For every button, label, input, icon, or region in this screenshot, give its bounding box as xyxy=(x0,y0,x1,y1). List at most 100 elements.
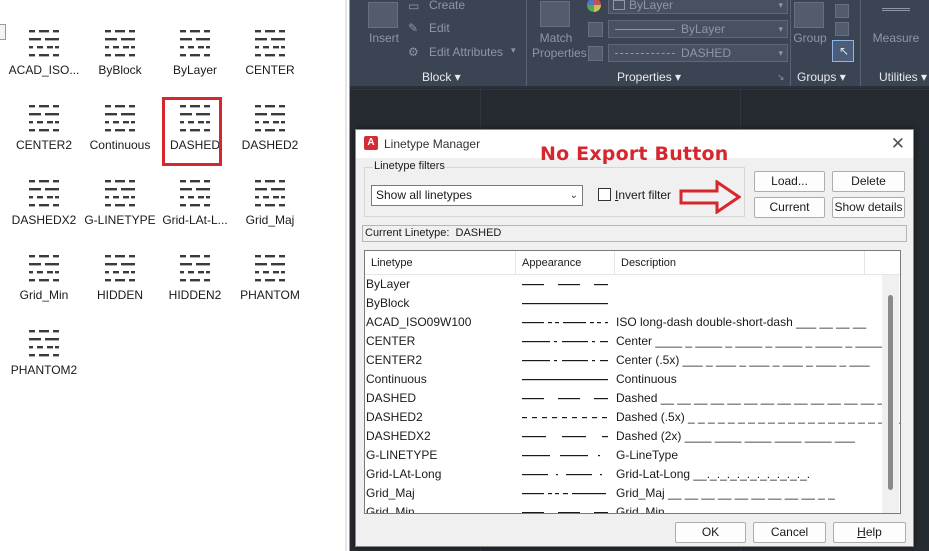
linetype-item-label: PHANTOM2 xyxy=(10,363,78,377)
column-header-appearance[interactable]: Appearance xyxy=(516,251,615,275)
linetype-item-label: DASHED2 xyxy=(241,138,299,152)
utilities-group-title[interactable]: Utilities ▾ xyxy=(879,68,927,86)
list-item[interactable]: CENTER Center ____ _ ____ _ ____ _ ____ _… xyxy=(365,332,885,351)
edit-attributes-dropdown-icon[interactable]: ▾ xyxy=(511,45,516,56)
linetype-item[interactable]: DASHED xyxy=(157,97,233,166)
linetype-appearance xyxy=(522,474,602,476)
edit-button[interactable]: Edit xyxy=(429,21,450,35)
group-edit-icon[interactable] xyxy=(835,22,849,36)
linetype-item[interactable]: ACAD_ISO... xyxy=(6,27,82,77)
list-item[interactable]: ByBlock xyxy=(365,294,885,313)
list-item[interactable]: Grid_Maj Grid_Maj __ __ __ __ __ __ __ __… xyxy=(365,484,885,503)
linetype-item-label: ByLayer xyxy=(172,63,218,77)
ungroup-icon[interactable] xyxy=(835,4,849,18)
linetype-item-label: PHANTOM xyxy=(240,288,300,302)
show-details-button[interactable]: Show details xyxy=(832,197,905,218)
group-selection-icon[interactable]: ↖ xyxy=(832,40,854,62)
linetype-preview xyxy=(615,53,675,54)
linetype-item[interactable]: PHANTOM xyxy=(232,252,308,302)
color-combo[interactable]: ByLayer ▾ xyxy=(608,0,788,14)
linetype-description: ISO long-dash double-short-dash ___ __ _… xyxy=(616,315,867,329)
lineweight-combo[interactable]: ByLayer ▾ xyxy=(608,20,788,38)
list-item[interactable]: Grid_Min Grid_Min xyxy=(365,503,885,513)
linetype-item[interactable]: HIDDEN xyxy=(82,252,158,302)
close-icon[interactable]: ✕ xyxy=(891,134,905,154)
linetype-description: Center (.5x) ___ _ ___ _ ___ _ ___ _ ___… xyxy=(616,353,870,367)
cancel-button[interactable]: Cancel xyxy=(753,522,826,543)
measure-button[interactable]: Measure xyxy=(866,31,926,45)
linetype-pattern-icon xyxy=(29,330,59,357)
column-header-linetype[interactable]: Linetype xyxy=(365,251,516,275)
linetype-item-label: Grid-LAt-L... xyxy=(162,213,228,227)
linetype-item[interactable]: ByBlock xyxy=(82,27,158,77)
groups-group-title[interactable]: Groups ▾ xyxy=(797,68,846,86)
linetype-name: Continuous xyxy=(366,372,427,386)
help-button[interactable]: Help xyxy=(833,522,906,543)
match-properties-button[interactable]: Match Properties xyxy=(532,31,587,61)
linetype-description: Dashed (.5x) _ _ _ _ _ _ _ _ _ _ _ _ _ _… xyxy=(616,410,901,424)
list-item[interactable]: Continuous Continuous xyxy=(365,370,885,389)
linetype-name: ByLayer xyxy=(366,277,411,291)
create-block-icon[interactable]: ▭ xyxy=(408,0,419,13)
current-linetype-label: Current Linetype: xyxy=(365,227,450,239)
linetype-appearance xyxy=(522,436,608,438)
invert-filter-label[interactable]: Invert filter xyxy=(615,188,671,202)
selection-highlight xyxy=(162,97,222,166)
linetype-filter-select[interactable]: Show all linetypes ⌄ xyxy=(371,185,583,206)
list-item[interactable]: DASHED Dashed __ __ __ __ __ __ __ __ __ … xyxy=(365,389,885,408)
scrollbar-thumb[interactable] xyxy=(888,295,893,490)
list-item[interactable]: ByLayer xyxy=(365,275,885,294)
linetype-icon[interactable] xyxy=(588,46,603,61)
list-item[interactable]: DASHED2 Dashed (.5x) _ _ _ _ _ _ _ _ _ _ … xyxy=(365,408,900,427)
dialog-launcher-icon[interactable]: ↘ xyxy=(777,72,785,83)
linetype-list[interactable]: Linetype Appearance Description ByLayer B… xyxy=(364,250,901,514)
linetype-name: DASHED xyxy=(366,391,417,405)
linetype-description: Center ____ _ ____ _ ____ _ ____ _ ____ … xyxy=(616,334,883,348)
linetype-description: Dashed __ __ __ __ __ __ __ __ __ __ __ … xyxy=(616,391,885,405)
linetype-combo[interactable]: DASHED ▾ xyxy=(608,44,788,62)
list-item[interactable]: ACAD_ISO09W100 ISO long-dash double-short… xyxy=(365,313,885,332)
delete-button[interactable]: Delete xyxy=(832,171,905,192)
chevron-down-icon: ⌄ xyxy=(569,190,578,201)
linetype-item[interactable]: Grid-LAt-L... xyxy=(157,177,233,227)
current-button[interactable]: Current xyxy=(754,197,825,218)
edit-block-icon[interactable]: ✎ xyxy=(408,21,418,35)
linetype-item[interactable]: Continuous xyxy=(82,102,158,152)
list-item[interactable]: Grid-LAt-Long Grid-Lat-Long __._._._._._.… xyxy=(365,465,885,484)
group-icon[interactable] xyxy=(794,2,824,28)
group-button[interactable]: Group xyxy=(790,31,830,45)
linetype-pattern-icon xyxy=(180,180,210,207)
list-item[interactable]: G-LINETYPE G-LineType xyxy=(365,446,885,465)
linetype-item[interactable]: CENTER xyxy=(232,27,308,77)
linetype-item[interactable]: G-LINETYPE xyxy=(82,177,158,227)
list-item[interactable]: DASHEDX2 Dashed (2x) ____ ____ ____ ____ … xyxy=(365,427,885,446)
insert-button-label[interactable]: Insert xyxy=(364,31,404,45)
linetype-item[interactable]: Grid_Maj xyxy=(232,177,308,227)
match-properties-icon[interactable] xyxy=(540,1,570,27)
load-button[interactable]: Load... xyxy=(754,171,825,192)
linetype-appearance xyxy=(522,303,608,305)
invert-filter-checkbox[interactable] xyxy=(598,188,611,201)
block-group-title[interactable]: Block ▾ xyxy=(422,68,461,86)
linetype-appearance xyxy=(522,455,600,457)
linetype-item[interactable]: DASHEDX2 xyxy=(6,177,82,227)
create-button[interactable]: Create xyxy=(429,0,465,12)
linetype-appearance xyxy=(522,379,608,381)
measure-icon[interactable] xyxy=(882,8,910,11)
linetype-item[interactable]: ByLayer xyxy=(157,27,233,77)
lineweight-icon[interactable] xyxy=(588,22,603,37)
linetype-item[interactable]: PHANTOM2 xyxy=(6,327,82,377)
linetype-item[interactable]: CENTER2 xyxy=(6,102,82,152)
list-item[interactable]: CENTER2 Center (.5x) ___ _ ___ _ ___ _ __… xyxy=(365,351,885,370)
linetype-item[interactable]: HIDDEN2 xyxy=(157,252,233,302)
list-scrollbar[interactable] xyxy=(882,275,899,513)
insert-block-icon[interactable] xyxy=(368,2,398,28)
properties-group-title[interactable]: Properties ▾ xyxy=(617,68,681,86)
column-header-description[interactable]: Description xyxy=(615,251,865,275)
linetype-item[interactable]: DASHED2 xyxy=(232,102,308,152)
edit-attributes-button[interactable]: Edit Attributes xyxy=(429,45,503,59)
edit-attributes-icon[interactable]: ⚙ xyxy=(408,45,419,59)
color-wheel-icon[interactable] xyxy=(587,0,601,12)
ok-button[interactable]: OK xyxy=(675,522,746,543)
linetype-item[interactable]: Grid_Min xyxy=(6,252,82,302)
